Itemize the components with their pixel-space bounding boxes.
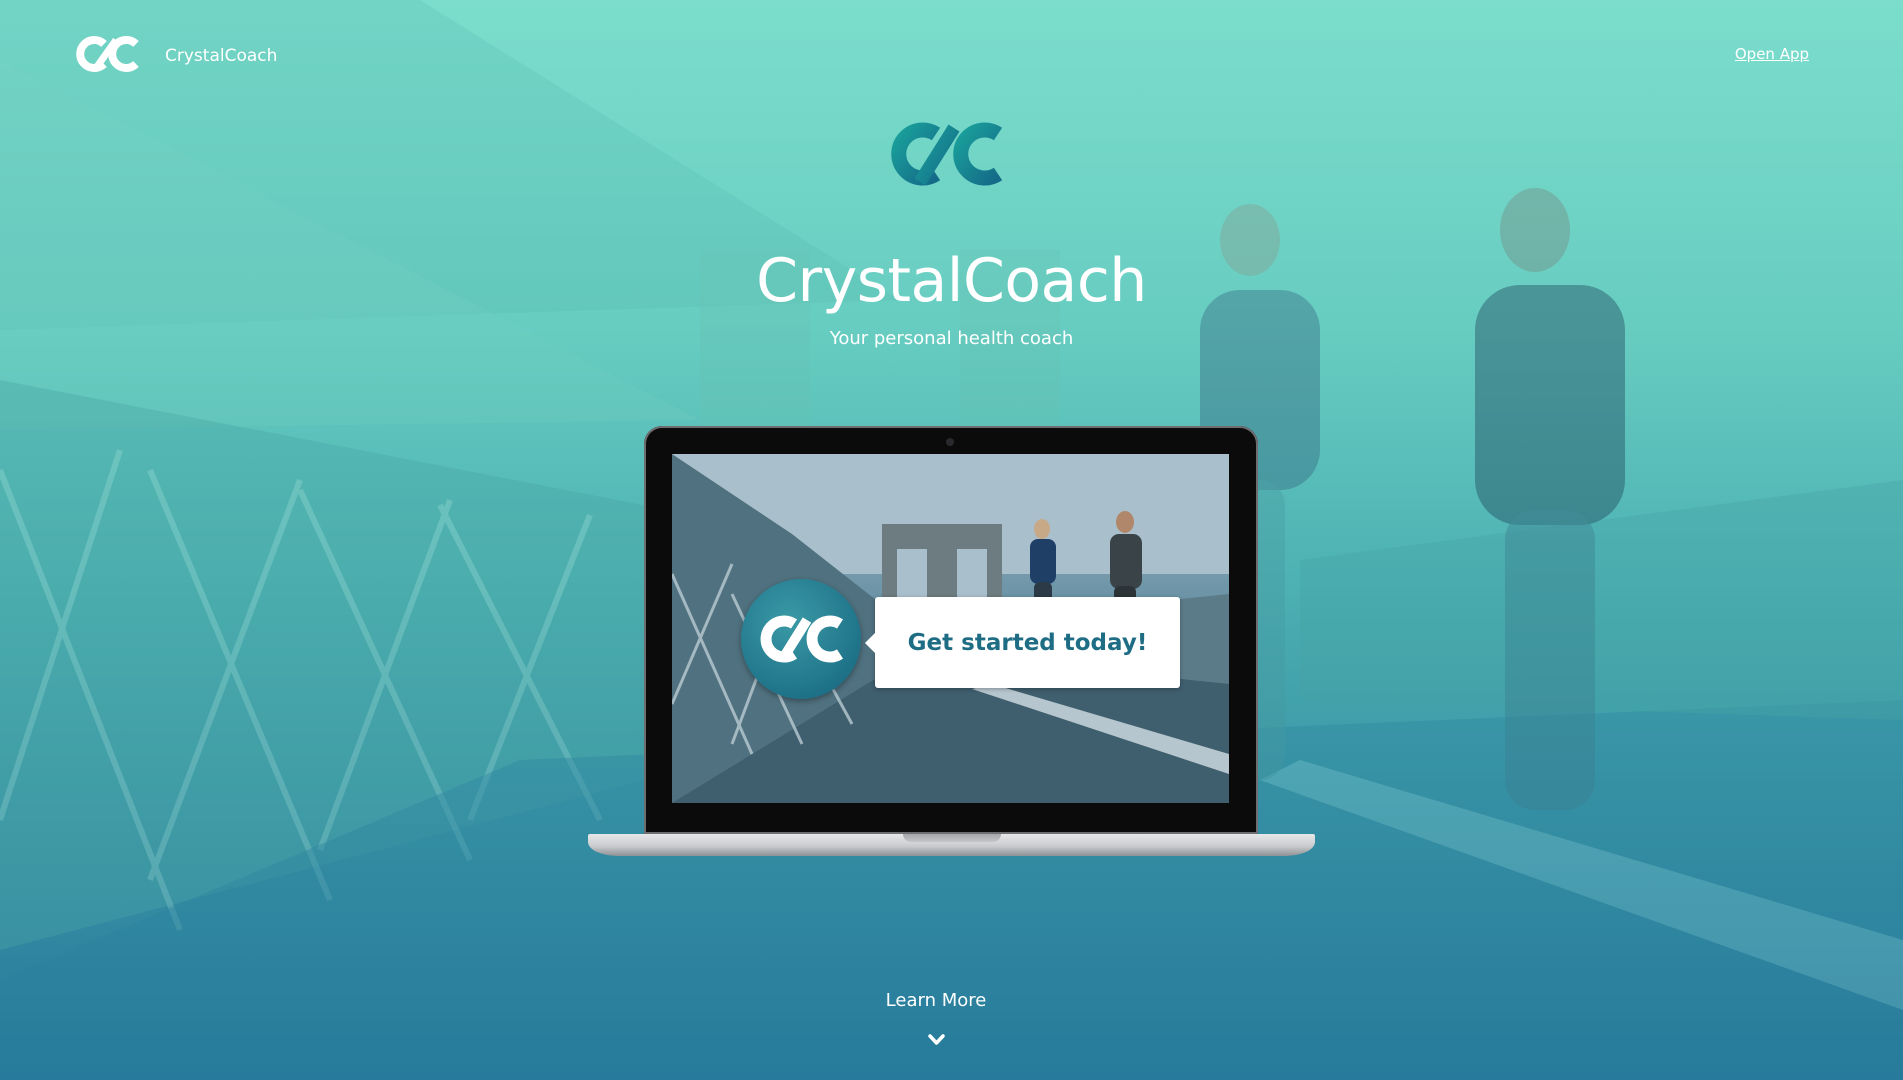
- laptop-notch: [903, 834, 1001, 842]
- header-logo[interactable]: [76, 34, 142, 74]
- crystalcoach-logo-icon: [76, 36, 139, 72]
- open-app-link[interactable]: Open App: [1735, 45, 1809, 63]
- learn-more-link[interactable]: Learn More: [0, 990, 1872, 1011]
- crystalcoach-logo-icon: [760, 615, 844, 663]
- header-brand-name[interactable]: CrystalCoach: [165, 46, 277, 66]
- camera-icon: [946, 438, 954, 446]
- get-started-text: Get started today!: [907, 629, 1148, 656]
- crystalcoach-logo-icon: [891, 122, 1003, 186]
- screen-logo-badge: [741, 579, 861, 699]
- laptop-base: [588, 834, 1315, 856]
- laptop-screen: Get started today!: [672, 454, 1229, 803]
- chevron-down-icon[interactable]: [928, 1034, 945, 1046]
- hero-title: CrystalCoach: [756, 246, 1147, 316]
- get-started-card[interactable]: Get started today!: [865, 597, 1180, 688]
- hero-subtitle: Your personal health coach: [829, 328, 1074, 349]
- laptop-lid: Get started today!: [644, 426, 1258, 834]
- laptop-mockup: Get started today!: [588, 426, 1315, 860]
